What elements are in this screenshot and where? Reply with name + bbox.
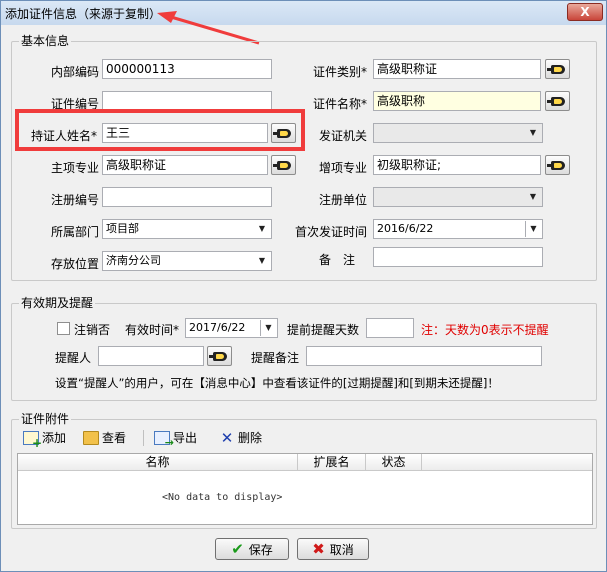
internal-code-input[interactable]: 000000113 (102, 59, 272, 79)
chevron-down-icon[interactable]: ▼ (525, 189, 541, 205)
issuer-label: 发证机关 (319, 129, 368, 143)
delete-x-icon: ✕ (220, 428, 234, 447)
cert-name-input[interactable]: 高级职称 (373, 91, 541, 111)
reminder-label: 提醒人 (55, 351, 92, 365)
department-label: 所属部门 (51, 225, 100, 239)
holder-label: 持证人姓名* (31, 129, 98, 143)
cert-name-pick-button[interactable] (545, 91, 570, 111)
attachments-title: 证件附件 (19, 410, 72, 427)
chevron-down-icon[interactable]: ▼ (254, 221, 270, 237)
add-label: 添加 (42, 431, 67, 445)
column-name[interactable]: 名称 (18, 454, 298, 470)
extra-major-pick-button[interactable] (545, 155, 570, 175)
valid-time-date[interactable]: 2017/6/22 ▼ (185, 318, 278, 338)
close-button[interactable]: X (567, 3, 603, 21)
folder-open-icon (83, 430, 99, 445)
window-title: 添加证件信息（来源于复制） (5, 7, 162, 21)
issuer-select[interactable]: ▼ (373, 123, 543, 143)
holder-pick-button[interactable] (271, 123, 296, 143)
extra-major-label: 增项专业 (319, 161, 368, 175)
save-button[interactable]: ✔ 保存 (215, 538, 289, 560)
main-major-label: 主项专业 (51, 161, 100, 175)
location-select[interactable]: 济南分公司 ▼ (102, 251, 272, 271)
view-attachment-button[interactable]: 查看 (83, 429, 126, 446)
cancel-button[interactable]: ✖ 取消 (297, 538, 369, 560)
hand-pointer-icon (546, 64, 565, 74)
department-select[interactable]: 项目部 ▼ (102, 219, 272, 239)
check-icon: ✔ (231, 540, 244, 558)
chevron-down-icon[interactable]: ▼ (525, 221, 541, 237)
valid-time-label: 有效时间* (125, 323, 180, 337)
column-extension[interactable]: 扩展名 (298, 454, 366, 470)
add-file-icon (23, 430, 42, 450)
reminder-info: 设置“提醒人”的用户，可在【消息中心】中查看该证件的[过期提醒]和[到期未还提醒… (55, 376, 499, 390)
basic-info-title: 基本信息 (19, 32, 72, 49)
export-label: 导出 (173, 431, 198, 445)
first-issue-value: 2016/6/22 (377, 222, 434, 235)
first-issue-date[interactable]: 2016/6/22 ▼ (373, 219, 543, 239)
hand-pointer-icon (208, 351, 227, 361)
chevron-down-icon[interactable]: ▼ (254, 253, 270, 269)
cert-no-input[interactable] (102, 91, 272, 111)
holder-input[interactable]: 王三 (102, 123, 268, 143)
reminder-pick-button[interactable] (207, 346, 232, 366)
location-label: 存放位置 (51, 257, 100, 271)
first-issue-label: 首次发证时间 (295, 225, 368, 239)
delete-attachment-button[interactable]: ✕ 删除 (219, 429, 262, 446)
column-status[interactable]: 状态 (366, 454, 422, 470)
cert-type-input[interactable]: 高级职称证 (373, 59, 541, 79)
column-filler (422, 454, 592, 470)
main-major-pick-button[interactable] (271, 155, 296, 175)
internal-code-label: 内部编码 (51, 65, 100, 79)
hand-pointer-icon (546, 96, 565, 106)
hand-pointer-icon (272, 128, 291, 138)
add-attachment-button[interactable]: 添加 (23, 429, 67, 450)
remark-input[interactable] (373, 247, 543, 267)
reminder-note-label: 提醒备注 (251, 351, 300, 365)
cancel-x-icon: ✖ (312, 540, 325, 558)
department-value: 项目部 (106, 222, 139, 235)
export-icon (154, 430, 174, 449)
toolbar-separator (143, 430, 144, 446)
view-label: 查看 (102, 431, 127, 445)
main-major-input[interactable]: 高级职称证 (102, 155, 268, 175)
validity-title: 有效期及提醒 (19, 294, 96, 311)
cancel-checkbox[interactable] (57, 322, 70, 335)
chevron-down-icon[interactable]: ▼ (260, 320, 276, 336)
reg-no-label: 注册编号 (51, 193, 100, 207)
hand-pointer-icon (272, 160, 291, 170)
delete-label: 删除 (238, 431, 263, 445)
export-attachment-button[interactable]: 导出 (154, 429, 198, 449)
hand-pointer-icon (546, 160, 565, 170)
advance-days-label: 提前提醒天数 (287, 323, 360, 337)
reminder-input[interactable] (98, 346, 204, 366)
reminder-note-input[interactable] (306, 346, 542, 366)
location-value: 济南分公司 (106, 254, 161, 267)
reg-no-input[interactable] (102, 187, 272, 207)
extra-major-input[interactable]: 初级职称证; (373, 155, 541, 175)
remark-label: 备 注 (319, 253, 356, 267)
attachments-grid: 名称 扩展名 状态 <No data to display> (17, 453, 593, 525)
save-label: 保存 (248, 542, 273, 557)
days-note: 注：天数为0表示不提醒 (421, 323, 549, 337)
title-bar[interactable]: 添加证件信息（来源于复制） X (1, 1, 606, 25)
dialog-window: 添加证件信息（来源于复制） X 基本信息 内部编码 000000113 证件编号… (0, 0, 607, 572)
cert-name-label: 证件名称* (313, 97, 368, 111)
reg-unit-select[interactable]: ▼ (373, 187, 543, 207)
advance-days-input[interactable] (366, 318, 414, 338)
grid-header: 名称 扩展名 状态 (18, 454, 592, 471)
empty-message: <No data to display> (162, 492, 283, 503)
cert-type-pick-button[interactable] (545, 59, 570, 79)
valid-time-value: 2017/6/22 (189, 321, 246, 334)
chevron-down-icon[interactable]: ▼ (525, 125, 541, 141)
reg-unit-label: 注册单位 (319, 193, 368, 207)
cert-type-label: 证件类别* (313, 65, 368, 79)
cancel-label: 注销否 (74, 323, 111, 337)
cancel-label: 取消 (329, 542, 354, 557)
